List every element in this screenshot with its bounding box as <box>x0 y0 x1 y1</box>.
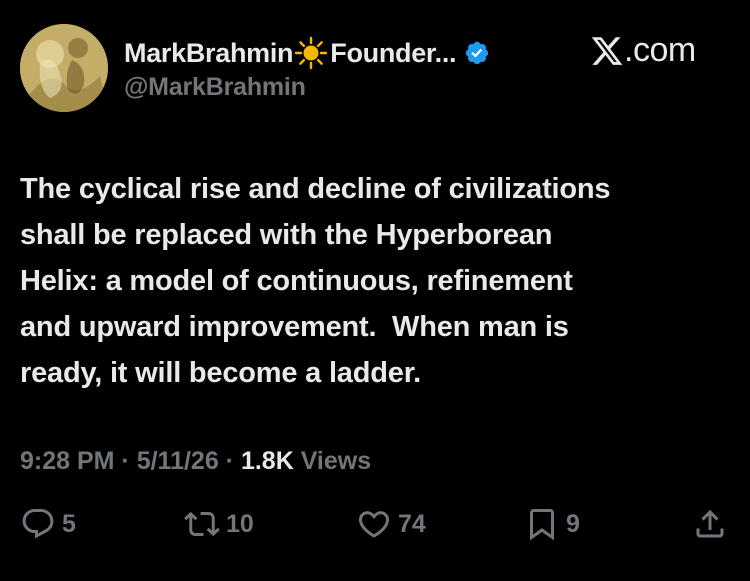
share-icon <box>696 509 724 538</box>
bookmark-button[interactable]: 9 <box>524 506 580 542</box>
sun-icon <box>295 36 328 70</box>
author-name-row[interactable]: MarkBrahmin Founder... <box>124 36 490 70</box>
verified-badge-icon[interactable] <box>464 40 490 66</box>
tweet-text-line: The cyclical rise and decline of civiliz… <box>20 173 611 205</box>
views-count: 1.8K <box>240 447 294 475</box>
reply-button[interactable]: 5 <box>20 506 76 542</box>
share-button[interactable] <box>692 506 728 542</box>
meta-separator: · <box>218 447 241 475</box>
title-suffix: Founder... <box>330 37 457 68</box>
action-bar: 5 10 74 9 <box>0 506 750 554</box>
brand-watermark: .com <box>590 31 696 70</box>
bookmark-count: 9 <box>566 509 580 538</box>
x-logo-icon <box>591 36 623 65</box>
like-count: 74 <box>398 509 426 538</box>
tweet-text-line: Helix: a model of continuous, refinement <box>20 265 573 297</box>
reply-icon <box>22 509 54 539</box>
tweet-text: The cyclical rise and decline of civiliz… <box>20 166 732 396</box>
tweet-text-line: ready, it will become a ladder. <box>20 357 422 389</box>
tweet-meta: 9:28 PM · 5/11/26 · 1.8K Views <box>20 447 371 476</box>
repost-icon <box>184 511 220 537</box>
meta-separator: · <box>114 447 137 475</box>
avatar-icon <box>20 24 108 112</box>
tweet-date[interactable]: 5/11/26 <box>137 447 219 475</box>
reply-count: 5 <box>62 509 76 538</box>
tweet-text-line: shall be replaced with the Hyperborean <box>20 219 553 251</box>
repost-count: 10 <box>226 509 254 538</box>
tweet-text-line: and upward improvement. When man is <box>20 311 569 343</box>
heart-icon <box>358 511 390 538</box>
bookmark-icon <box>530 509 554 541</box>
tweet-time[interactable]: 9:28 PM <box>20 447 114 475</box>
repost-button[interactable]: 10 <box>184 506 254 542</box>
author-handle[interactable]: @MarkBrahmin <box>124 73 306 102</box>
display-name[interactable]: MarkBrahmin <box>124 38 294 69</box>
views-label: Views <box>293 447 372 475</box>
avatar[interactable] <box>20 24 108 112</box>
brand-domain: .com <box>624 31 696 69</box>
like-button[interactable]: 74 <box>356 506 426 542</box>
